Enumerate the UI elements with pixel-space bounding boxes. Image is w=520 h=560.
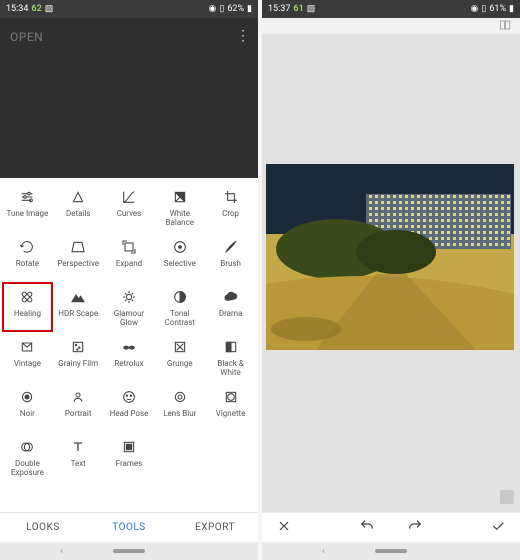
battery-icon: ▮ [247, 4, 252, 14]
wifi-icon: ◉ [209, 4, 217, 14]
editor-header: OPEN ⋮ [0, 18, 258, 178]
mustache-icon [121, 338, 137, 356]
grunge-icon [172, 338, 188, 356]
battery-icon: ▮ [509, 4, 514, 14]
tool-drama[interactable]: Drama [205, 282, 256, 332]
curves-icon [121, 188, 137, 206]
tab-export[interactable]: EXPORT [172, 513, 258, 542]
nav-pill[interactable] [113, 549, 145, 553]
signal-icon: ▯ [481, 4, 486, 14]
portrait-icon [70, 388, 86, 406]
rotate-icon [19, 238, 35, 256]
action-bar [262, 512, 520, 542]
glow-icon [121, 288, 137, 306]
status-accent: 61 [293, 4, 303, 14]
bw-icon [223, 338, 239, 356]
tool-brush[interactable]: Brush [205, 232, 256, 282]
contrast-icon [172, 288, 188, 306]
nav-bar: ‹ [0, 542, 258, 560]
tool-expand[interactable]: Expand [104, 232, 155, 282]
tool-frames[interactable]: Frames [104, 432, 155, 482]
tool-double-exposure[interactable]: Double Exposure [2, 432, 53, 482]
status-time: 15:34 [6, 4, 28, 14]
tab-tools[interactable]: TOOLS [86, 513, 172, 542]
double-exposure-icon [19, 438, 35, 456]
status-bar: 15:37 61 ▧ ◉ ▯ 61% ▮ [262, 0, 520, 18]
triangle-icon [70, 188, 86, 206]
tool-lens-blur[interactable]: Lens Blur [154, 382, 205, 432]
tool-details[interactable]: Details [53, 182, 104, 232]
status-time: 15:37 [268, 4, 290, 14]
nav-back-icon[interactable]: ‹ [322, 546, 325, 557]
perspective-icon [70, 238, 86, 256]
nav-back-icon[interactable]: ‹ [60, 546, 63, 557]
tools-grid: Tune Image Details Curves White Balance … [0, 178, 258, 512]
sliders-icon [19, 188, 35, 206]
tool-curves[interactable]: Curves [104, 182, 155, 232]
tool-tonal-contrast[interactable]: Tonal Contrast [154, 282, 205, 332]
tab-looks[interactable]: LOOKS [0, 513, 86, 542]
tool-crop[interactable]: Crop [205, 182, 256, 232]
left-phone: 15:34 62 ▧ ◉ ▯ 62% ▮ OPEN ⋮ Tune Image D… [0, 0, 258, 560]
frames-icon [121, 438, 137, 456]
mountain-icon [70, 288, 86, 306]
cancel-button[interactable] [276, 518, 292, 538]
signal-icon: ▯ [219, 4, 224, 14]
overflow-menu-icon[interactable]: ⋮ [236, 29, 250, 43]
text-icon [70, 438, 86, 456]
open-button[interactable]: OPEN [10, 30, 43, 44]
nav-bar: ‹ [262, 542, 520, 560]
vignette-icon [223, 388, 239, 406]
crop-icon [223, 188, 239, 206]
battery-text: 61% [489, 4, 506, 14]
selective-icon [172, 238, 188, 256]
tool-grunge[interactable]: Grunge [154, 332, 205, 382]
tool-white-balance[interactable]: White Balance [154, 182, 205, 232]
bookmark-icon[interactable] [500, 490, 514, 504]
tool-tune-image[interactable]: Tune Image [2, 182, 53, 232]
tool-retrolux[interactable]: Retrolux [104, 332, 155, 382]
redo-button[interactable] [407, 518, 423, 538]
healing-icon [19, 288, 35, 306]
tool-glamour-glow[interactable]: Glamour Glow [104, 282, 155, 332]
tool-text[interactable]: Text [53, 432, 104, 482]
gallery-icon: ▧ [307, 4, 316, 14]
image-viewport[interactable] [262, 34, 520, 512]
tool-grainy-film[interactable]: Grainy Film [53, 332, 104, 382]
status-bar: 15:34 62 ▧ ◉ ▯ 62% ▮ [0, 0, 258, 18]
nav-pill[interactable] [375, 549, 407, 553]
face-icon [121, 388, 137, 406]
blur-icon [172, 388, 188, 406]
tool-black-white[interactable]: Black & White [205, 332, 256, 382]
tool-perspective[interactable]: Perspective [53, 232, 104, 282]
wifi-icon: ◉ [471, 4, 479, 14]
tool-portrait[interactable]: Portrait [53, 382, 104, 432]
tool-healing[interactable]: Healing [2, 282, 53, 332]
right-phone: 15:37 61 ▧ ◉ ▯ 61% ▮ [262, 0, 520, 560]
tool-vintage[interactable]: Vintage [2, 332, 53, 382]
tool-noir[interactable]: Noir [2, 382, 53, 432]
cloud-icon [223, 288, 239, 306]
tool-vignette[interactable]: Vignette [205, 382, 256, 432]
tool-hdr-scape[interactable]: HDR Scape [53, 282, 104, 332]
gallery-icon: ▧ [45, 4, 54, 14]
editor-topbar [262, 18, 520, 34]
brush-icon [223, 238, 239, 256]
compare-icon[interactable] [498, 17, 512, 36]
apply-button[interactable] [490, 518, 506, 538]
film-icon [70, 338, 86, 356]
tool-head-pose[interactable]: Head Pose [104, 382, 155, 432]
status-accent: 62 [31, 4, 41, 14]
vintage-icon [19, 338, 35, 356]
white-balance-icon [172, 188, 188, 206]
expand-icon [121, 238, 137, 256]
edited-photo [266, 164, 514, 350]
tool-rotate[interactable]: Rotate [2, 232, 53, 282]
undo-button[interactable] [359, 518, 375, 538]
noir-icon [19, 388, 35, 406]
battery-text: 62% [227, 4, 244, 14]
tool-selective[interactable]: Selective [154, 232, 205, 282]
bottom-tabs: LOOKS TOOLS EXPORT [0, 512, 258, 542]
